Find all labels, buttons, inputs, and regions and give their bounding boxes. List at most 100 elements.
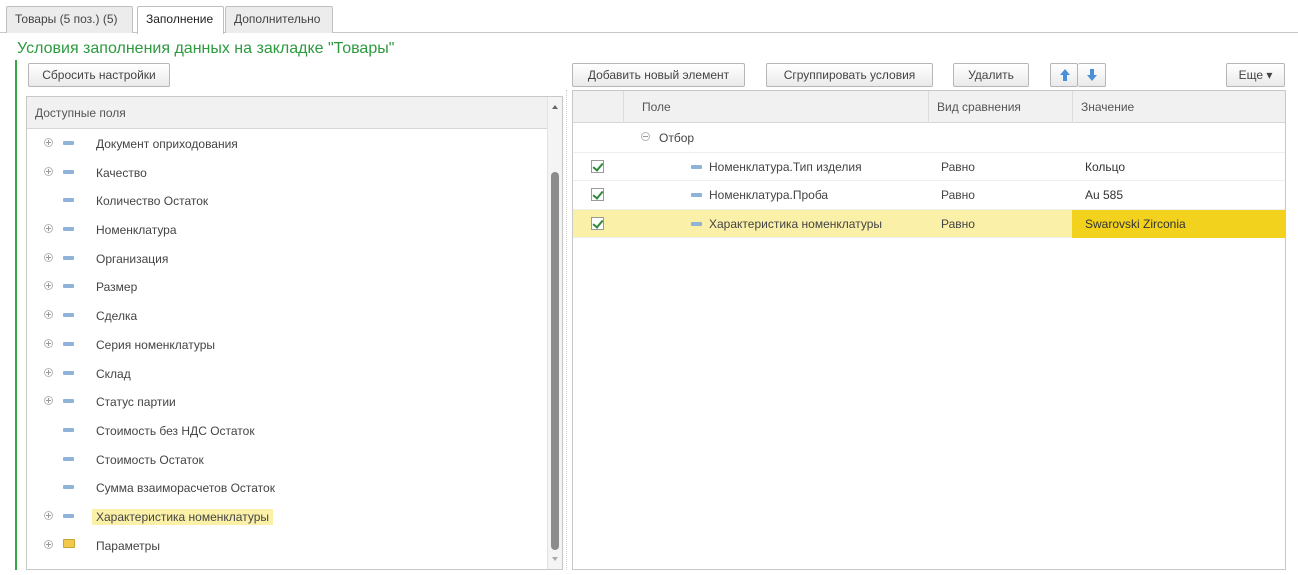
field-tree-item[interactable]: Склад	[27, 360, 548, 389]
filter-group-row[interactable]: Отбор	[573, 124, 1285, 153]
filter-field[interactable]: Номенклатура.Проба	[709, 188, 828, 202]
comparison-type[interactable]: Равно	[941, 188, 975, 202]
scrollbar[interactable]	[547, 97, 562, 569]
expand-icon[interactable]	[44, 252, 53, 262]
collapse-icon[interactable]	[641, 132, 650, 141]
field-icon	[63, 399, 74, 404]
field-icon	[63, 485, 74, 490]
group-accent-bar	[15, 60, 17, 570]
scroll-thumb[interactable]	[551, 172, 559, 550]
expand-icon[interactable]	[44, 396, 53, 406]
group-label: Отбор	[659, 131, 695, 145]
expand-icon[interactable]	[44, 367, 53, 377]
field-icon	[63, 313, 74, 318]
field-tree-item[interactable]: Количество Остаток	[27, 187, 548, 216]
field-icon	[63, 141, 74, 145]
move-up-button[interactable]	[1050, 63, 1078, 87]
tab-goods[interactable]: Товары (5 поз.) (5)	[6, 6, 133, 33]
field-tree-item[interactable]: Характеристика номенклатуры	[27, 503, 548, 532]
field-icon	[63, 341, 74, 346]
folder-icon	[63, 538, 75, 548]
field-label: Количество Остаток	[96, 194, 209, 209]
field-tree-item[interactable]: Серия номенклатуры	[27, 331, 548, 360]
comparison-type[interactable]: Равно	[941, 217, 975, 231]
field-tree-item[interactable]: Стоимость без НДС Остаток	[27, 417, 548, 446]
expand-icon[interactable]	[44, 166, 53, 176]
field-tree-item[interactable]: Номенклатура	[27, 216, 548, 245]
filter-rows: Отбор Номенклатура.Тип изделия Равно Кольц…	[573, 124, 1285, 238]
expand-icon[interactable]	[44, 310, 53, 320]
column-check	[573, 91, 623, 123]
field-icon	[63, 370, 74, 375]
field-label: Стоимость Остаток	[96, 452, 204, 467]
column-field: Поле	[623, 91, 928, 123]
reset-settings-button[interactable]: Сбросить настройки	[28, 63, 170, 87]
move-down-button[interactable]	[1078, 63, 1106, 87]
field-tree-item[interactable]: Параметры	[27, 532, 548, 561]
field-label: Сумма взаиморасчетов Остаток	[96, 481, 275, 496]
field-label: Сделка	[96, 309, 138, 324]
column-comparison: Вид сравнения	[928, 91, 1072, 123]
expand-icon[interactable]	[44, 539, 53, 549]
field-tree-item[interactable]: Стоимость Остаток	[27, 446, 548, 475]
field-tree-item[interactable]: Организация	[27, 245, 548, 274]
expand-icon[interactable]	[44, 224, 53, 234]
tab-bar: Товары (5 поз.) (5) Заполнение Дополните…	[0, 0, 1298, 34]
filter-conditions-table: Поле Вид сравнения Значение Отбор Номенк…	[572, 90, 1286, 570]
field-icon	[63, 456, 74, 461]
field-label: Статус партии	[96, 395, 176, 410]
available-fields-tree: Документ оприходования Качество Количество…	[27, 130, 548, 560]
filter-value[interactable]: Au 585	[1085, 188, 1123, 202]
field-icon	[63, 284, 74, 289]
filter-field[interactable]: Номенклатура.Тип изделия	[709, 160, 862, 174]
filter-value[interactable]: Кольцо	[1085, 160, 1125, 174]
field-tree-item[interactable]: Сумма взаиморасчетов Остаток	[27, 474, 548, 503]
field-label: Размер	[96, 280, 138, 295]
use-checkbox[interactable]	[591, 159, 604, 173]
field-tree-item[interactable]: Сделка	[27, 302, 548, 331]
expand-icon[interactable]	[44, 510, 53, 520]
available-fields-header: Доступные поля	[27, 97, 548, 129]
group-conditions-button[interactable]: Сгруппировать условия	[766, 63, 933, 87]
panel-splitter[interactable]	[566, 90, 567, 570]
tab-additional[interactable]: Дополнительно	[225, 6, 333, 33]
field-tree-item[interactable]: Качество	[27, 159, 548, 188]
tab-filling[interactable]: Заполнение	[137, 6, 224, 34]
field-tree-item[interactable]: Документ оприходования	[27, 130, 548, 159]
expand-icon[interactable]	[44, 138, 53, 147]
field-icon	[63, 427, 74, 432]
add-element-button[interactable]: Добавить новый элемент	[572, 63, 745, 87]
field-icon	[63, 255, 74, 260]
section-title: Условия заполнения данных на закладке "Т…	[17, 40, 395, 57]
comparison-type[interactable]: Равно	[941, 160, 975, 174]
delete-button[interactable]: Удалить	[953, 63, 1029, 87]
filter-row[interactable]: Номенклатура.Проба Равно Au 585	[573, 181, 1285, 210]
field-label: Стоимость без НДС Остаток	[96, 423, 255, 438]
use-checkbox[interactable]	[591, 188, 604, 201]
arrow-up-icon	[1060, 69, 1070, 81]
field-tree-item[interactable]: Размер	[27, 273, 548, 302]
field-label: Организация	[96, 251, 169, 266]
expand-icon[interactable]	[44, 338, 53, 348]
field-label: Характеристика номенклатуры	[92, 508, 273, 525]
scroll-up-icon[interactable]	[552, 105, 558, 109]
arrow-down-icon	[1087, 69, 1097, 81]
field-icon	[63, 198, 74, 203]
filter-value[interactable]: Swarovski Zirconia	[1085, 217, 1186, 231]
filter-row[interactable]: Номенклатура.Тип изделия Равно Кольцо	[573, 153, 1285, 181]
field-icon	[63, 169, 74, 174]
use-checkbox[interactable]	[591, 216, 604, 230]
filter-row[interactable]: Характеристика номенклатуры Равно Swarovsk…	[573, 209, 1285, 238]
field-label: Номенклатура	[96, 223, 177, 238]
field-label: Качество	[96, 165, 147, 180]
field-label: Серия номенклатуры	[96, 337, 215, 352]
scroll-down-icon[interactable]	[552, 557, 558, 561]
field-label: Склад	[96, 366, 131, 381]
field-tree-item[interactable]: Статус партии	[27, 388, 548, 417]
field-label: Параметры	[96, 538, 160, 553]
expand-icon[interactable]	[44, 281, 53, 291]
more-menu-button[interactable]: Еще ▾	[1226, 63, 1285, 87]
field-icon	[691, 193, 702, 197]
filter-field[interactable]: Характеристика номенклатуры	[709, 217, 882, 231]
filter-table-header: Поле Вид сравнения Значение	[573, 91, 1285, 123]
